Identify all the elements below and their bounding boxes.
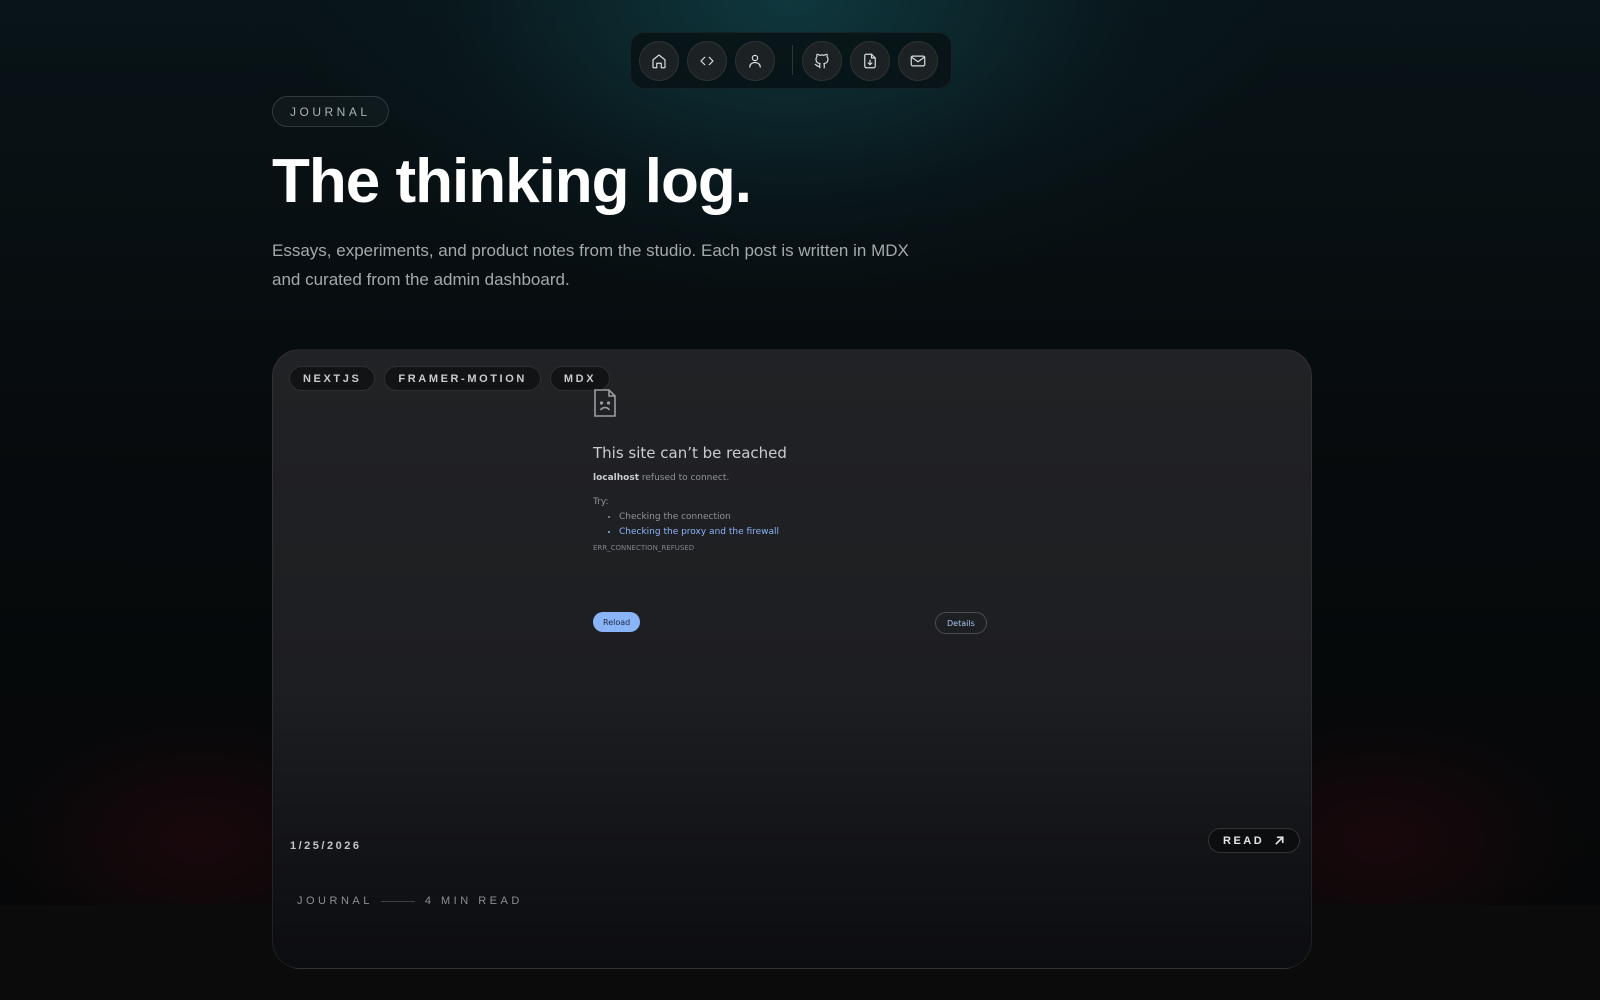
nav-dock: [630, 32, 952, 89]
details-button[interactable]: Details: [935, 612, 987, 634]
reload-button[interactable]: Reload: [593, 612, 641, 632]
post-meta: JOURNAL 4 MIN READ: [297, 895, 523, 907]
nav-github-button[interactable]: [802, 41, 842, 81]
error-message: localhost refused to connect.: [593, 473, 993, 483]
post-read-time: 4 MIN READ: [424, 895, 523, 907]
page-subtitle: Essays, experiments, and product notes f…: [272, 241, 909, 289]
page-title: The thinking log.: [272, 147, 752, 216]
meta-divider: [380, 900, 415, 902]
arrow-up-right-icon: [1275, 836, 1284, 845]
github-icon: [814, 53, 829, 69]
nav-resume-button[interactable]: [850, 41, 890, 81]
read-button-label: READ: [1223, 834, 1265, 847]
error-suggestion: Checking the connection: [619, 512, 993, 522]
nav-divider: [792, 45, 793, 75]
post-date: 1/25/2026: [290, 840, 362, 852]
tag-framer-motion[interactable]: FRAMER-MOTION: [384, 366, 541, 391]
download-file-icon: [864, 53, 876, 69]
error-host: localhost: [593, 473, 640, 483]
post-tags: NEXTJS FRAMER-MOTION MDX: [289, 366, 611, 391]
user-icon: [749, 54, 761, 68]
error-suggestion-link[interactable]: Checking the proxy and the firewall: [619, 527, 993, 537]
nav-home-button[interactable]: [639, 41, 679, 81]
error-suggestions: Checking the connection Checking the pro…: [619, 512, 993, 537]
post-category: JOURNAL: [297, 895, 373, 907]
mail-icon: [910, 55, 926, 67]
cover-error-page: This site can’t be reached localhost ref…: [593, 388, 993, 634]
sad-file-icon: [594, 389, 616, 417]
nav-contact-button[interactable]: [898, 41, 938, 81]
error-code: ERR_CONNECTION_REFUSED: [593, 544, 695, 552]
read-button[interactable]: READ: [1208, 828, 1301, 853]
code-icon: [700, 56, 714, 66]
page-eyebrow-badge: JOURNAL: [272, 96, 389, 127]
post-card[interactable]: NEXTJS FRAMER-MOTION MDX This site can’t…: [272, 349, 1312, 969]
nav-about-button[interactable]: [735, 41, 775, 81]
error-try-label: Try:: [593, 497, 609, 507]
error-message-text: refused to connect.: [639, 473, 730, 483]
tag-nextjs[interactable]: NEXTJS: [289, 366, 376, 391]
nav-code-button[interactable]: [687, 41, 727, 81]
home-icon: [652, 54, 666, 69]
error-title: This site can’t be reached: [593, 444, 787, 462]
